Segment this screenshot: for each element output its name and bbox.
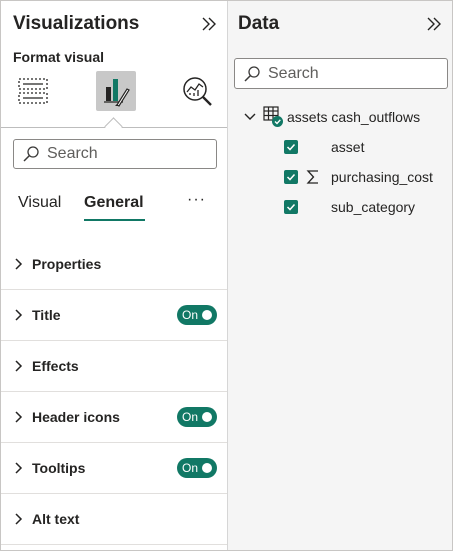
- checkbox-checked-icon[interactable]: [284, 170, 298, 184]
- section-label: Title: [32, 307, 61, 323]
- add-visual-icon: [18, 78, 48, 104]
- tab-general[interactable]: General: [84, 194, 144, 212]
- tab-visual[interactable]: Visual: [18, 194, 61, 212]
- title-toggle[interactable]: On: [177, 305, 217, 325]
- chevron-right-icon: [15, 360, 23, 372]
- toggle-label: On: [182, 410, 199, 424]
- field-row-purchasing-cost[interactable]: purchasing_cost: [284, 166, 433, 188]
- data-search-input[interactable]: Search: [234, 58, 448, 89]
- section-title[interactable]: Title On: [1, 290, 227, 341]
- collapse-pane-icon: [427, 17, 441, 31]
- search-placeholder: Search: [47, 145, 98, 162]
- table-name: assets cash_outflows: [287, 109, 421, 125]
- section-label: Effects: [32, 358, 79, 374]
- toggle-label: On: [182, 308, 199, 322]
- visualizations-pane: Visualizations Format visual Search Visu…: [1, 1, 228, 550]
- format-sections: Properties Title On Effects Header icons…: [1, 239, 227, 545]
- chevron-right-icon: [15, 411, 23, 423]
- section-header-icons[interactable]: Header icons On: [1, 392, 227, 443]
- format-visual-button[interactable]: [96, 71, 136, 111]
- format-visual-icon: [104, 79, 130, 107]
- section-alt-text[interactable]: Alt text: [1, 494, 227, 545]
- checkbox-checked-icon[interactable]: [284, 200, 298, 214]
- analytics-button[interactable]: [178, 71, 218, 111]
- section-tooltips[interactable]: Tooltips On: [1, 443, 227, 494]
- visualizations-search-input[interactable]: Search: [13, 139, 217, 169]
- checkbox-checked-icon[interactable]: [284, 140, 298, 154]
- section-properties[interactable]: Properties: [1, 239, 227, 290]
- toggle-label: On: [182, 461, 199, 475]
- data-pane: Data Search assets cash_outflows asset p…: [228, 1, 452, 550]
- chevron-down-icon[interactable]: [243, 110, 257, 124]
- tooltips-toggle[interactable]: On: [177, 458, 217, 478]
- table-icon: [263, 106, 283, 127]
- field-row-asset[interactable]: asset: [284, 136, 364, 158]
- sigma-icon: [306, 170, 318, 184]
- toggle-knob: [202, 310, 212, 320]
- search-icon: [244, 65, 260, 82]
- field-name: purchasing_cost: [331, 169, 433, 185]
- collapse-visualizations-button[interactable]: [198, 13, 220, 35]
- collapse-pane-icon: [202, 17, 216, 31]
- section-label: Properties: [32, 256, 102, 272]
- chevron-right-icon: [15, 309, 23, 321]
- field-name: asset: [331, 139, 365, 155]
- toggle-knob: [202, 412, 212, 422]
- more-options-button[interactable]: ···: [187, 191, 206, 209]
- collapse-data-button[interactable]: [423, 13, 445, 35]
- format-visual-label: Format visual: [13, 49, 105, 65]
- section-label: Header icons: [32, 409, 120, 425]
- visualizations-title: Visualizations: [13, 13, 140, 34]
- field-name: sub_category: [331, 199, 416, 215]
- build-visual-button[interactable]: [13, 71, 53, 111]
- chevron-right-icon: [15, 258, 23, 270]
- search-placeholder: Search: [268, 64, 319, 82]
- section-effects[interactable]: Effects: [1, 341, 227, 392]
- analytics-icon: [183, 77, 212, 106]
- toggle-knob: [202, 463, 212, 473]
- data-title: Data: [238, 13, 280, 34]
- app-frame: Visualizations Format visual Search Visu…: [0, 0, 453, 551]
- header-icons-toggle[interactable]: On: [177, 407, 217, 427]
- table-node[interactable]: assets cash_outflows: [243, 106, 420, 128]
- active-pointer: [104, 117, 123, 136]
- chevron-right-icon: [15, 462, 23, 474]
- active-tab-indicator: [84, 219, 145, 221]
- section-label: Alt text: [32, 511, 80, 527]
- section-label: Tooltips: [32, 460, 86, 476]
- search-icon: [23, 146, 39, 162]
- chevron-right-icon: [15, 513, 23, 525]
- field-row-sub-category[interactable]: sub_category: [284, 196, 415, 218]
